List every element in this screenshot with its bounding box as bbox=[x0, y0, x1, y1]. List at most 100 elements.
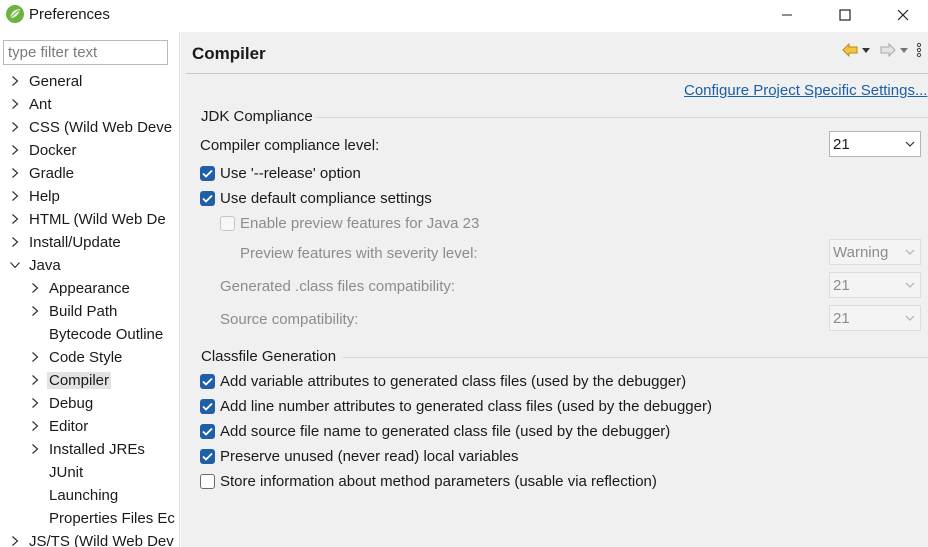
classfile-option-checkbox[interactable]: Add variable attributes to generated cla… bbox=[200, 373, 686, 390]
back-dropdown-icon[interactable] bbox=[860, 45, 872, 55]
sidebar-item[interactable]: Docker bbox=[9, 139, 77, 161]
sidebar-item-label: Java bbox=[29, 256, 61, 274]
close-icon bbox=[897, 9, 909, 21]
group-divider bbox=[316, 117, 928, 118]
sidebar-item[interactable]: Install/Update bbox=[9, 231, 121, 253]
chevron-right-icon[interactable] bbox=[29, 374, 41, 386]
sidebar-item[interactable]: Editor bbox=[29, 415, 88, 437]
sidebar-item[interactable]: HTML (Wild Web De bbox=[9, 208, 166, 230]
chevron-right-icon[interactable] bbox=[29, 420, 41, 432]
checkbox-checked-icon bbox=[200, 166, 215, 181]
chevron-right-icon[interactable] bbox=[9, 213, 21, 225]
chevron-right-icon[interactable] bbox=[9, 535, 21, 547]
group-divider bbox=[343, 357, 928, 358]
checkbox-checked-icon bbox=[200, 399, 215, 414]
chevron-right-icon[interactable] bbox=[29, 397, 41, 409]
sidebar-item[interactable]: Java bbox=[9, 254, 61, 276]
preview-severity-label: Preview features with severity level: bbox=[240, 245, 478, 262]
sidebar-item[interactable]: Compiler bbox=[29, 369, 112, 391]
sidebar-item-label: Installed JREs bbox=[49, 440, 145, 458]
sidebar-item-label: JS/TS (Wild Web Dev bbox=[29, 532, 174, 547]
back-arrow-icon[interactable] bbox=[842, 43, 858, 57]
sidebar-item-label: CSS (Wild Web Deve bbox=[29, 118, 173, 136]
generated-class-select: 21 bbox=[829, 272, 921, 298]
sidebar-item[interactable]: Help bbox=[9, 185, 60, 207]
classfile-option-checkbox[interactable]: Add source file name to generated class … bbox=[200, 423, 670, 440]
page-nav-tools bbox=[842, 42, 922, 58]
source-compat-select: 21 bbox=[829, 305, 921, 331]
checkbox-unchecked-icon bbox=[200, 474, 215, 489]
checkbox-checked-icon bbox=[200, 191, 215, 206]
enable-preview-checkbox: Enable preview features for Java 23 bbox=[220, 215, 479, 232]
chevron-right-icon[interactable] bbox=[9, 98, 21, 110]
chevron-right-icon[interactable] bbox=[9, 167, 21, 179]
sidebar-item[interactable]: Gradle bbox=[9, 162, 74, 184]
sidebar-item[interactable]: CSS (Wild Web Deve bbox=[9, 116, 172, 138]
classfile-option-label: Add source file name to generated class … bbox=[220, 423, 671, 440]
sidebar-item[interactable]: JS/TS (Wild Web Dev bbox=[9, 530, 174, 547]
sidebar-item[interactable]: Properties Files Ec bbox=[29, 507, 175, 529]
sidebar-item[interactable]: Installed JREs bbox=[29, 438, 145, 460]
sidebar-item[interactable]: JUnit bbox=[29, 461, 83, 483]
sidebar-item-label: Compiler bbox=[47, 371, 112, 389]
sidebar-item[interactable]: Code Style bbox=[29, 346, 122, 368]
use-release-checkbox[interactable]: Use '--release' option bbox=[200, 165, 361, 182]
compliance-level-label: Compiler compliance level: bbox=[200, 137, 380, 154]
classfile-option-checkbox[interactable]: Store information about method parameter… bbox=[200, 473, 657, 490]
sidebar-item[interactable]: General bbox=[9, 70, 82, 92]
use-release-label: Use '--release' option bbox=[220, 165, 361, 182]
chevron-down-icon bbox=[905, 140, 915, 148]
jdk-compliance-group-title: JDK Compliance bbox=[201, 108, 313, 125]
checkbox-checked-icon bbox=[200, 449, 215, 464]
chevron-down-icon bbox=[905, 314, 915, 322]
preferences-tree-panel: General Ant CSS (Wild Web Deve Docker Gradle… bbox=[0, 32, 180, 547]
sidebar-item-label: General bbox=[29, 72, 83, 90]
filter-input[interactable] bbox=[3, 40, 168, 65]
page-header: Compiler bbox=[181, 32, 928, 72]
checkbox-checked-icon bbox=[200, 374, 215, 389]
maximize-icon bbox=[839, 9, 851, 21]
sidebar-item[interactable]: Build Path bbox=[29, 300, 117, 322]
classfile-option-label: Add variable attributes to generated cla… bbox=[220, 373, 687, 390]
sidebar-item-label: Install/Update bbox=[29, 233, 121, 251]
preview-severity-value: Warning bbox=[833, 243, 889, 261]
minimize-button[interactable] bbox=[764, 0, 810, 30]
chevron-right-icon[interactable] bbox=[9, 190, 21, 202]
chevron-right-icon[interactable] bbox=[9, 236, 21, 248]
chevron-right-icon[interactable] bbox=[9, 144, 21, 156]
chevron-right-icon[interactable] bbox=[9, 121, 21, 133]
classfile-option-checkbox[interactable]: Preserve unused (never read) local varia… bbox=[200, 448, 518, 465]
preview-severity-select: Warning bbox=[829, 239, 921, 265]
sidebar-item[interactable]: Bytecode Outline bbox=[29, 323, 163, 345]
configure-project-settings-link[interactable]: Configure Project Specific Settings... bbox=[684, 82, 927, 99]
maximize-button[interactable] bbox=[822, 0, 868, 30]
use-default-compliance-checkbox[interactable]: Use default compliance settings bbox=[200, 190, 432, 207]
chevron-right-icon[interactable] bbox=[29, 351, 41, 363]
sidebar-item[interactable]: Launching bbox=[29, 484, 118, 506]
chevron-right-icon[interactable] bbox=[29, 305, 41, 317]
chevron-right-icon[interactable] bbox=[9, 75, 21, 87]
generated-class-label: Generated .class files compatibility: bbox=[220, 278, 456, 295]
sidebar-item-label: Build Path bbox=[49, 302, 118, 320]
chevron-right-icon[interactable] bbox=[29, 443, 41, 455]
sidebar-item[interactable]: Appearance bbox=[29, 277, 130, 299]
spring-leaf-icon bbox=[5, 4, 25, 24]
sidebar-item-label: Appearance bbox=[49, 279, 130, 297]
checkbox-checked-icon bbox=[200, 424, 215, 439]
sidebar-item[interactable]: Debug bbox=[29, 392, 93, 414]
compliance-level-select[interactable]: 21 bbox=[829, 131, 921, 157]
sidebar-item-label: Ant bbox=[29, 95, 52, 113]
more-menu-icon[interactable] bbox=[916, 42, 922, 58]
classfile-option-checkbox[interactable]: Add line number attributes to generated … bbox=[200, 398, 712, 415]
chevron-down-icon[interactable] bbox=[9, 259, 21, 271]
chevron-down-icon bbox=[905, 248, 915, 256]
sidebar-item-label: Code Style bbox=[49, 348, 123, 366]
sidebar-item[interactable]: Ant bbox=[9, 93, 52, 115]
close-button[interactable] bbox=[880, 0, 926, 30]
compliance-level-value: 21 bbox=[833, 135, 850, 153]
forward-dropdown-icon[interactable] bbox=[898, 45, 910, 55]
chevron-right-icon[interactable] bbox=[29, 282, 41, 294]
forward-arrow-icon[interactable] bbox=[880, 43, 896, 57]
compiler-page: Compiler Configure Project Specific Sett… bbox=[181, 32, 928, 547]
page-title: Compiler bbox=[192, 44, 266, 63]
